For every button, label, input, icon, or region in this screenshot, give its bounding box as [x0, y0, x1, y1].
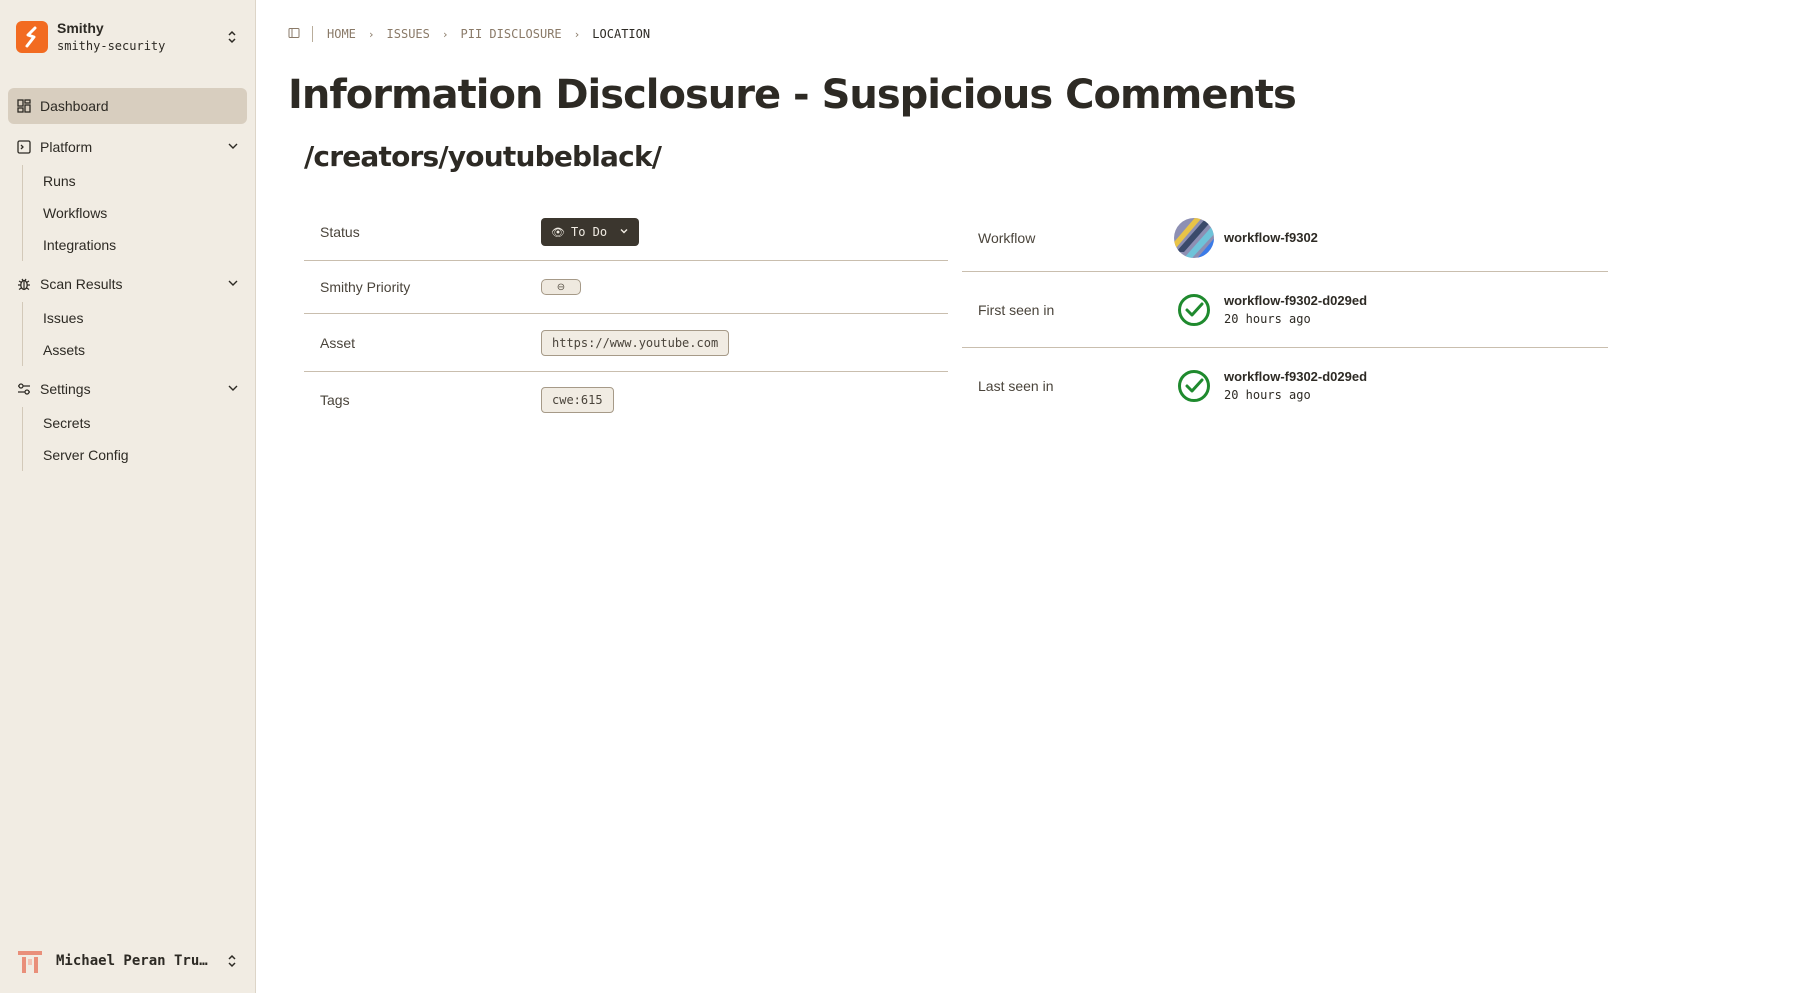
breadcrumb-pii-disclosure[interactable]: PII DISCLOSURE [461, 27, 562, 41]
last-seen-label: Last seen in [978, 378, 1054, 394]
tags-row: Tags cwe:615 [304, 372, 948, 428]
status-value: To Do [570, 225, 608, 239]
sidebar-item-runs[interactable]: Runs [23, 165, 247, 197]
workflow-row: Workflow workflow-f9302 [962, 204, 1608, 272]
chevron-down-icon [619, 225, 629, 239]
last-seen-workflow-link[interactable]: workflow-f9302-d029ed [1224, 367, 1367, 386]
chevron-right-icon: › [573, 27, 581, 41]
chevrons-up-down-icon [225, 952, 239, 970]
asset-label: Asset [320, 334, 356, 351]
workflow-label: Workflow [978, 229, 1036, 246]
sidebar-item-assets[interactable]: Assets [23, 334, 247, 366]
tags-label: Tags [320, 392, 350, 408]
last-seen-row: Last seen in workflow-f9302-d029ed 20 ho… [962, 348, 1608, 424]
breadcrumb-issues[interactable]: ISSUES [387, 27, 430, 41]
user-menu[interactable]: Michael Peran Tru… [16, 941, 239, 981]
asset-row: Asset https://www.youtube.com [304, 314, 948, 372]
asset-value[interactable]: https://www.youtube.com [541, 329, 730, 356]
org-name: Smithy [57, 20, 104, 36]
chevron-right-icon: › [441, 27, 449, 41]
priority-badge[interactable]: ⊖ [541, 279, 581, 295]
terminal-icon [16, 139, 32, 155]
user-avatar [16, 947, 44, 975]
sidebar-item-issues[interactable]: Issues [23, 302, 247, 334]
user-name: Michael Peran Tru… [56, 953, 208, 969]
last-seen-time: 20 hours ago [1224, 388, 1311, 402]
first-seen-time: 20 hours ago [1224, 311, 1311, 326]
bug-icon [16, 276, 32, 292]
breadcrumb-location: LOCATION [592, 27, 651, 41]
first-seen-label: First seen in [978, 301, 1055, 318]
chevron-down-icon[interactable] [227, 276, 239, 292]
issue-details-table: Status 👁 To Do Smithy Priority ⊖ Asset h… [304, 204, 948, 428]
status-label: Status [320, 224, 360, 240]
status-dropdown[interactable]: 👁 To Do [541, 218, 640, 246]
org-slug: smithy-security [57, 39, 166, 53]
sidebar-item-workflows[interactable]: Workflows [23, 197, 247, 229]
sidebar-item-label: Dashboard [40, 98, 109, 114]
sidebar-item-label: Platform [40, 139, 93, 155]
breadcrumb: HOME › ISSUES › PII DISCLOSURE › LOCATIO… [288, 24, 650, 44]
sidebar-item-integrations[interactable]: Integrations [23, 229, 247, 261]
sidebar-item-scan-results[interactable]: Scan Results [8, 266, 247, 302]
sidebar-item-server-config[interactable]: Server Config [23, 439, 247, 471]
eye-icon: 👁 [551, 225, 565, 239]
sidebar-item-platform[interactable]: Platform [8, 129, 247, 165]
sidebar-toggle-icon[interactable] [288, 27, 300, 42]
page-title: Information Disclosure - Suspicious Comm… [288, 72, 1297, 118]
sidebar-item-label: Settings [40, 381, 91, 397]
sidebar-item-secrets[interactable]: Secrets [23, 407, 247, 439]
priority-label: Smithy Priority [320, 279, 411, 295]
divider [312, 26, 313, 42]
workflow-link[interactable]: workflow-f9302 [1224, 230, 1318, 245]
chevrons-up-down-icon [225, 28, 239, 46]
smithy-logo-icon [16, 21, 48, 53]
first-seen-row: First seen in workflow-f9302-d029ed 20 h… [962, 272, 1608, 348]
chevron-down-icon[interactable] [227, 381, 239, 397]
settings-sliders-icon [16, 381, 32, 397]
sidebar-item-settings[interactable]: Settings [8, 371, 247, 407]
sidebar-item-dashboard[interactable]: Dashboard [8, 88, 247, 124]
status-row: Status 👁 To Do [304, 204, 948, 261]
workflow-avatar [1174, 217, 1214, 258]
first-seen-workflow-link[interactable]: workflow-f9302-d029ed [1224, 291, 1367, 310]
org-switcher[interactable]: Smithy smithy-security [16, 18, 239, 56]
dashboard-icon [16, 98, 32, 114]
priority-row: Smithy Priority ⊖ [304, 261, 948, 314]
run-info-table: Workflow workflow-f9302 First seen in wo… [962, 204, 1608, 424]
main-content: HOME › ISSUES › PII DISCLOSURE › LOCATIO… [256, 0, 1820, 993]
sidebar-nav: Dashboard Platform Runs Workflows Integr… [8, 88, 247, 471]
sidebar: Smithy smithy-security Dashboard Platfor… [0, 0, 256, 993]
chevron-right-icon: › [367, 27, 375, 41]
chevron-down-icon[interactable] [227, 139, 239, 155]
check-circle-icon [1174, 366, 1214, 406]
tag-badge[interactable]: cwe:615 [541, 387, 614, 413]
check-circle-icon [1174, 290, 1214, 330]
sidebar-item-label: Scan Results [40, 276, 123, 292]
issue-location: /creators/youtubeblack/ [304, 140, 662, 173]
breadcrumb-home[interactable]: HOME [327, 27, 356, 41]
